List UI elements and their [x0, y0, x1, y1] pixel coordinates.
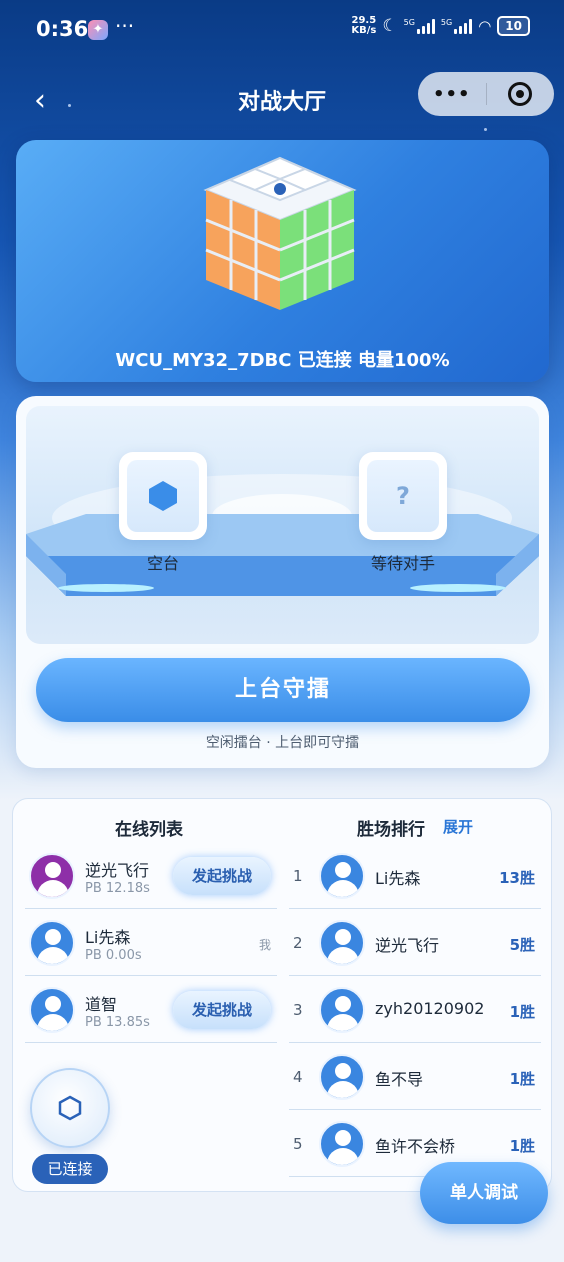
status-time: 0:36 [36, 17, 89, 41]
rank-name: zyh20120902 [375, 999, 485, 1018]
rank-name: 逆光飞行 [375, 936, 440, 955]
rank-name: 鱼许不会桥 [375, 1137, 456, 1156]
connection-status-label: 已连接 [32, 1154, 108, 1184]
user-name: 道智 [85, 995, 118, 1014]
signal-icon: 5G [404, 18, 435, 34]
list-item: 道智 PB 13.85s 发起挑战 [25, 977, 277, 1043]
rank-number: 1 [293, 867, 303, 885]
more-menu-button[interactable]: ••• [418, 84, 486, 105]
avatar [29, 853, 75, 899]
wifi-icon: ◠ [478, 17, 492, 35]
battery-indicator: 10 [497, 16, 530, 36]
avatar [29, 987, 75, 1033]
rubiks-cube-icon [203, 156, 357, 310]
ranking-title: 胜场排行 [357, 820, 425, 840]
nav-bar: ‹ 对战大厅 ••• [0, 72, 564, 126]
table-row: 4 鱼不导 1胜 [289, 1044, 541, 1110]
user-name: 逆光飞行 [85, 861, 150, 880]
challenge-button[interactable]: 发起挑战 [173, 991, 271, 1029]
avatar [29, 920, 75, 966]
close-mini-program-button[interactable] [487, 82, 555, 106]
user-pb: PB 13.85s [85, 1015, 150, 1030]
rank-wins: 1胜 [509, 1070, 535, 1088]
slot-challenger-label: 等待对手 [370, 554, 435, 573]
close-circle-icon [508, 82, 533, 106]
status-bar: 0:36 ✦ ··· 29.5 KB/s ☾ 5G 5G ◠ 10 [0, 0, 564, 60]
connection-button[interactable] [30, 1068, 110, 1148]
rank-wins: 5胜 [509, 936, 535, 954]
user-name: Li先森 [85, 928, 131, 947]
question-icon: ? [396, 482, 410, 510]
avatar [319, 920, 365, 966]
slot-defender-label: 空台 [146, 554, 179, 573]
slot-defender[interactable] [119, 452, 207, 540]
hexagon-icon [58, 1095, 82, 1121]
avatar [319, 1121, 365, 1167]
network-speed: 29.5 KB/s [351, 15, 377, 36]
rank-number: 2 [293, 934, 303, 952]
rank-number: 3 [293, 1001, 303, 1019]
single-debug-button[interactable]: 单人调试 [420, 1162, 548, 1224]
user-pb: PB 12.18s [85, 881, 150, 896]
take-stage-button[interactable]: 上台守擂 [36, 658, 530, 722]
arena-stage: 空台 ? 等待对手 [26, 406, 539, 644]
star-decoration [484, 128, 487, 131]
device-status-text: WCU_MY32_7DBC 已连接 电量100% [115, 350, 450, 371]
rank-name: Li先森 [375, 869, 421, 888]
rank-wins: 1胜 [509, 1137, 535, 1155]
signal-icon: 5G [441, 18, 473, 34]
list-item: 逆光飞行 PB 12.18s 发起挑战 [25, 843, 277, 909]
me-badge: 我 [259, 938, 272, 952]
moon-icon: ☾ [382, 16, 398, 36]
rank-wins: 13胜 [499, 869, 535, 887]
rank-wins: 1胜 [509, 1003, 535, 1021]
table-row: 1 Li先森 13胜 [289, 843, 541, 909]
list-item: Li先森 PB 0.00s 我 [25, 910, 277, 976]
avatar [319, 853, 365, 899]
table-row: 2 逆光飞行 5胜 [289, 910, 541, 976]
arena-hint: 空闲擂台 · 上台即可守擂 [205, 735, 360, 751]
app-notification-icon: ✦ [88, 20, 108, 40]
more-notifications-icon: ··· [115, 14, 135, 38]
mini-program-capsule: ••• [418, 72, 554, 116]
online-list-title: 在线列表 [115, 820, 183, 840]
avatar [319, 987, 365, 1033]
avatar [319, 1054, 365, 1100]
stage-platform [26, 474, 539, 596]
device-card: WCU_MY32_7DBC 已连接 电量100% [16, 140, 549, 382]
slot-challenger[interactable]: ? [359, 452, 447, 540]
rank-name: 鱼不导 [375, 1070, 424, 1089]
hexagon-cube-icon [149, 481, 177, 511]
expand-ranking-link[interactable]: 展开 [443, 816, 473, 837]
table-row: 3 zyh20120902 1胜 [289, 977, 541, 1043]
challenge-button[interactable]: 发起挑战 [173, 857, 271, 895]
arena-card: 空台 ? 等待对手 上台守擂 空闲擂台 · 上台即可守擂 [16, 396, 549, 768]
rank-number: 5 [293, 1135, 303, 1153]
status-icons: 29.5 KB/s ☾ 5G 5G ◠ 10 [351, 16, 530, 36]
user-pb: PB 0.00s [85, 948, 142, 963]
rank-number: 4 [293, 1068, 303, 1086]
